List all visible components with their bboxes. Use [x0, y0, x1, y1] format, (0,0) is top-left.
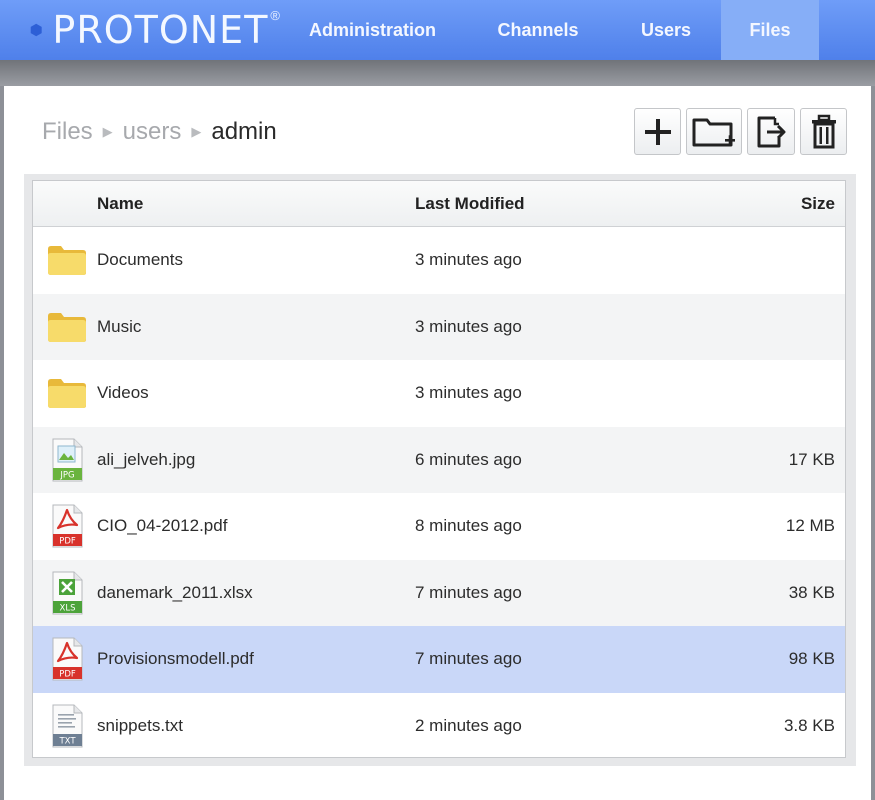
registered-mark: ® [270, 8, 280, 23]
delete-button[interactable] [800, 108, 847, 155]
table-row[interactable]: TXT snippets.txt 2 minutes ago 3.8 KB [33, 693, 845, 760]
table-row[interactable]: JPG ali_jelveh.jpg 6 minutes ago 17 KB [33, 426, 845, 493]
main-nav: Administration Channels Users Files [280, 0, 819, 60]
header-name[interactable]: Name [97, 194, 415, 214]
file-name: Provisionsmodell.pdf [97, 649, 254, 669]
brand-name: PROTONET [52, 8, 269, 52]
folder-icon [48, 312, 86, 342]
file-modified: 3 minutes ago [415, 316, 522, 336]
header-last-modified[interactable]: Last Modified [415, 194, 715, 214]
file-toolbar [634, 108, 847, 155]
nav-administration[interactable]: Administration [280, 0, 465, 60]
file-name: Documents [97, 250, 183, 270]
file-modified: 3 minutes ago [415, 250, 522, 270]
file-name: snippets.txt [97, 715, 183, 735]
export-button[interactable] [747, 108, 795, 155]
jpg-file-icon: JPG [52, 438, 83, 482]
file-modified: 3 minutes ago [415, 383, 522, 403]
table-row[interactable]: XLS danemark_2011.xlsx 7 minutes ago 38 … [33, 559, 845, 626]
table-header: Name Last Modified Size [33, 181, 845, 227]
xls-file-icon: XLS [52, 571, 83, 615]
svg-text:XLS: XLS [60, 603, 76, 613]
breadcrumb-separator-icon: ▶ [102, 124, 113, 139]
folder-icon [48, 379, 86, 409]
breadcrumb-files[interactable]: Files [42, 118, 93, 146]
breadcrumb-users[interactable]: users [123, 118, 182, 146]
file-size: 17 KB [788, 449, 835, 469]
new-folder-icon [692, 118, 735, 146]
file-name: Music [97, 316, 142, 336]
top-navigation-bar: PROTONET ® Administration Channels Users… [0, 0, 875, 60]
table-row[interactable]: Music 3 minutes ago [33, 293, 845, 360]
table-row[interactable]: PDF CIO_04-2012.pdf 8 minutes ago 12 MB [33, 493, 845, 560]
plus-icon [644, 118, 671, 145]
svg-text:PDF: PDF [59, 670, 76, 680]
file-size: 98 KB [788, 649, 835, 669]
header-divider-band [0, 60, 875, 86]
file-modified: 8 minutes ago [415, 516, 522, 536]
trash-icon [811, 114, 836, 148]
file-modified: 6 minutes ago [415, 449, 522, 469]
file-name: danemark_2011.xlsx [97, 582, 253, 602]
file-name: CIO_04-2012.pdf [97, 516, 228, 536]
nav-files[interactable]: Files [721, 0, 819, 60]
export-icon [757, 116, 786, 147]
folder-icon [48, 246, 86, 276]
breadcrumb-separator-icon: ▶ [191, 124, 202, 139]
file-name: Videos [97, 383, 149, 403]
add-file-button[interactable] [634, 108, 681, 155]
file-modified: 7 minutes ago [415, 649, 522, 669]
svg-text:TXT: TXT [58, 736, 76, 746]
svg-text:JPG: JPG [59, 470, 74, 480]
file-modified: 2 minutes ago [415, 715, 522, 735]
pdf-file-icon: PDF [52, 637, 83, 681]
table-row[interactable]: Videos 3 minutes ago [33, 360, 845, 427]
files-panel: Files ▶ users ▶ admin Name Last Modified… [4, 86, 871, 800]
new-folder-button[interactable] [686, 108, 742, 155]
breadcrumb: Files ▶ users ▶ admin [42, 118, 277, 146]
txt-file-icon: TXT [52, 704, 83, 748]
pdf-file-icon: PDF [52, 504, 83, 548]
file-modified: 7 minutes ago [415, 582, 522, 602]
table-row-selected[interactable]: PDF Provisionsmodell.pdf 7 minutes ago 9… [33, 626, 845, 693]
hexagon-logo-icon [30, 23, 42, 37]
file-table-container: Name Last Modified Size Documents 3 minu… [24, 174, 856, 766]
nav-users[interactable]: Users [611, 0, 721, 60]
file-size: 38 KB [788, 582, 835, 602]
file-name: ali_jelveh.jpg [97, 449, 196, 469]
file-size: 12 MB [785, 516, 835, 536]
table-row[interactable]: Documents 3 minutes ago [33, 227, 845, 294]
file-table: Name Last Modified Size Documents 3 minu… [32, 180, 846, 758]
breadcrumb-admin: admin [211, 118, 277, 145]
svg-text:PDF: PDF [59, 537, 76, 547]
header-size[interactable]: Size [715, 194, 845, 214]
file-size: 3.8 KB [783, 715, 835, 735]
protonet-logo[interactable]: PROTONET ® [0, 0, 280, 60]
nav-channels[interactable]: Channels [465, 0, 611, 60]
